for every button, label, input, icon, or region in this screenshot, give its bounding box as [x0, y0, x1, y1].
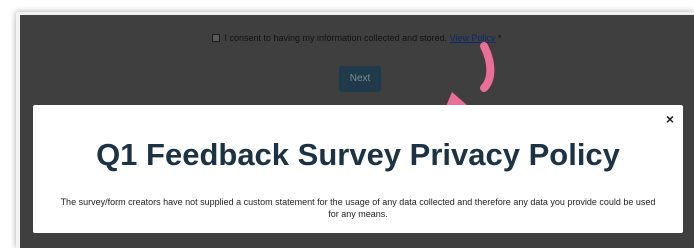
required-marker: *	[498, 33, 502, 43]
modal-title: Q1 Feedback Survey Privacy Policy	[96, 137, 620, 172]
close-icon[interactable]: ×	[666, 112, 674, 126]
consent-row: I consent to having my information colle…	[20, 33, 694, 43]
consent-checkbox[interactable]	[212, 34, 221, 42]
next-button[interactable]: Next	[339, 66, 381, 92]
modal-body-text: The survey/form creators have not suppli…	[60, 197, 656, 219]
view-policy-link[interactable]: View Policy	[450, 33, 496, 43]
consent-label: I consent to having my information colle…	[224, 33, 448, 43]
privacy-policy-modal: × Q1 Feedback Survey Privacy Policy The …	[33, 105, 683, 233]
